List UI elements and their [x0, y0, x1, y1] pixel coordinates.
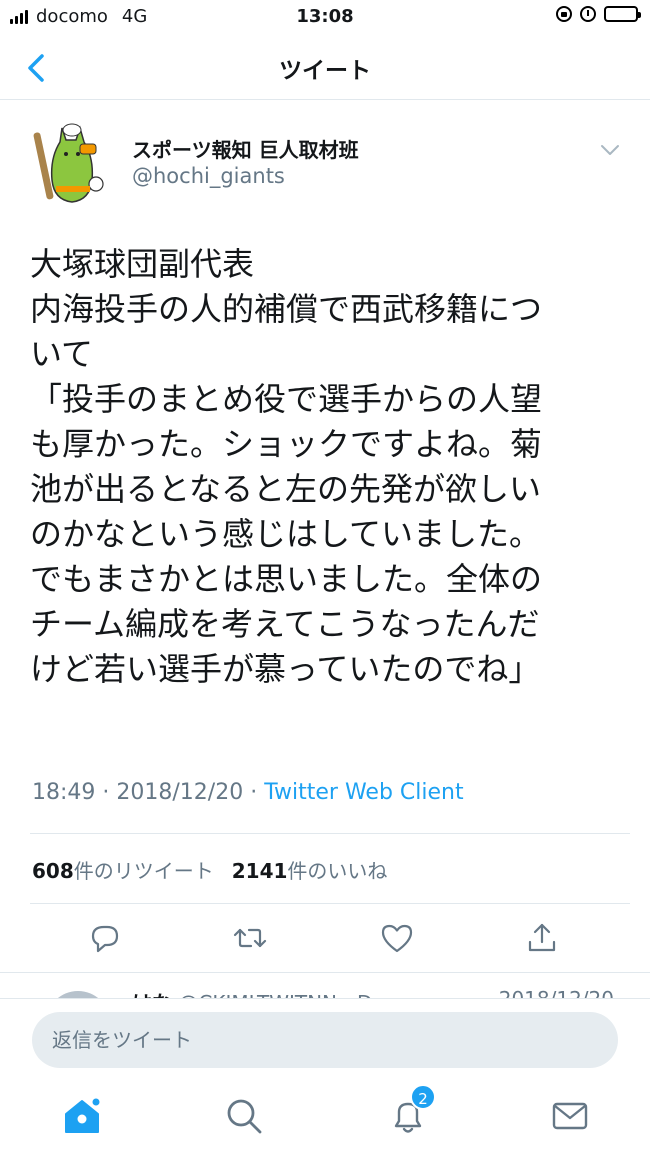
- tab-bar: 2: [0, 1080, 650, 1156]
- author-name[interactable]: スポーツ報知 巨人取材班: [132, 134, 359, 163]
- divider: [30, 833, 630, 834]
- rotation-lock-icon: [556, 6, 572, 22]
- tweet-timestamp: 18:49 · 2018/12/20 · Twitter Web Client: [32, 780, 464, 805]
- tab-home[interactable]: [60, 1094, 104, 1138]
- share-icon: [528, 923, 556, 952]
- tab-messages[interactable]: [548, 1094, 592, 1138]
- chevron-down-icon: [601, 145, 619, 155]
- retweet-icon: [233, 928, 267, 948]
- meta-separator: ·: [102, 780, 110, 805]
- like-button[interactable]: [379, 920, 415, 956]
- meta-separator-2: ·: [250, 780, 258, 805]
- mascot-avatar-image: [33, 123, 104, 203]
- like-count: 2141: [231, 859, 288, 883]
- author-handle[interactable]: @hochi_giants: [132, 164, 285, 188]
- page-title: ツイート: [279, 58, 371, 84]
- status-bar: docomo 4G 13:08: [0, 0, 650, 34]
- retweet-count-link[interactable]: 608件のリツイート: [32, 855, 214, 884]
- tweet-date: 2018/12/20: [116, 780, 244, 805]
- notification-badge: 2: [410, 1084, 436, 1110]
- tweet-actions: [0, 920, 650, 956]
- like-label: 件のいいね: [287, 859, 388, 883]
- nav-bar: ツイート: [0, 34, 650, 100]
- reply-preview[interactable]: はな @CKIMLTWJTNN〜D 2018/12/20: [0, 972, 650, 1000]
- divider: [30, 903, 630, 904]
- reply-button[interactable]: [87, 920, 123, 956]
- home-icon: [65, 1096, 102, 1133]
- retweet-count: 608: [32, 859, 74, 883]
- retweet-button[interactable]: [232, 920, 268, 956]
- battery-icon: [604, 6, 641, 22]
- search-icon: [227, 1099, 262, 1134]
- status-right: [556, 6, 641, 22]
- envelope-icon: [552, 1102, 588, 1130]
- tab-search[interactable]: [222, 1094, 266, 1138]
- tweet-stats: 608件のリツイート 2141件のいいね: [32, 855, 405, 884]
- share-button[interactable]: [524, 920, 560, 956]
- tweet-time: 18:49: [32, 780, 96, 805]
- reply-icon: [91, 925, 119, 953]
- tweet-text: 大塚球団副代表 内海投手の人的補償で西武移籍につ いて 「投手のまとめ役で選手か…: [30, 245, 543, 688]
- reply-composer: [0, 998, 650, 1080]
- tab-notifications[interactable]: 2: [386, 1084, 436, 1138]
- alarm-icon: [580, 6, 596, 22]
- tweet-client-link[interactable]: Twitter Web Client: [264, 780, 463, 805]
- reply-input[interactable]: [32, 1012, 618, 1068]
- tweet-menu-button[interactable]: [598, 140, 622, 160]
- author-avatar[interactable]: [32, 118, 106, 208]
- like-count-link[interactable]: 2141件のいいね: [232, 855, 388, 884]
- status-time: 13:08: [296, 6, 354, 27]
- retweet-label: 件のリツイート: [73, 859, 214, 883]
- heart-icon: [381, 924, 413, 953]
